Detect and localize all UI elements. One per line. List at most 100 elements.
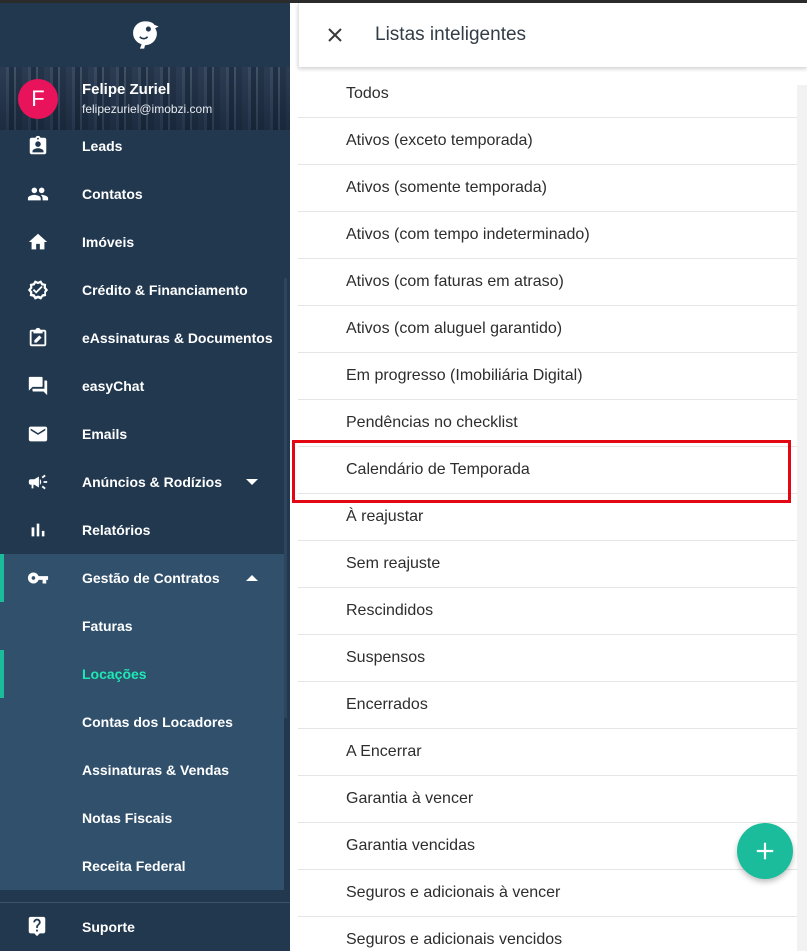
sidebar-item-label: Relatórios (82, 522, 151, 538)
sidebar-subitem-label: Assinaturas & Vendas (82, 762, 230, 778)
sidebar-item-credito[interactable]: Crédito & Financiamento (0, 266, 290, 314)
list-item[interactable]: À reajustar (298, 494, 807, 541)
list-item-label: Em progresso (Imobiliária Digital) (346, 367, 583, 384)
mail-icon (26, 422, 50, 446)
list-item-label: Garantia vencidas (346, 837, 475, 854)
sidebar-item-easychat[interactable]: easyChat (0, 362, 290, 410)
list-item-label: Suspensos (346, 649, 426, 666)
close-icon (328, 28, 342, 42)
list-item-label: Ativos (somente temporada) (346, 179, 547, 196)
sidebar-item-imoveis[interactable]: Imóveis (0, 218, 290, 266)
list-item[interactable]: Sem reajuste (298, 541, 807, 588)
key-icon (26, 566, 50, 590)
list-item-label: Garantia à vencer (346, 790, 474, 807)
list-item-label: Calendário de Temporada (346, 461, 530, 478)
bar-chart-icon (26, 518, 50, 542)
chevron-down-icon[interactable] (246, 479, 258, 485)
list-item-label: Encerrados (346, 696, 428, 713)
sidebar-item-suporte[interactable]: Suporte (0, 902, 290, 951)
list-item[interactable]: Pendências no checklist (298, 400, 807, 447)
sidebar-item-label: Imóveis (82, 234, 135, 250)
list-item[interactable]: Em progresso (Imobiliária Digital) (298, 353, 807, 400)
sidebar-subitem-locacoes[interactable]: Locações (0, 650, 284, 698)
list-item-label: A Encerrar (346, 743, 422, 760)
list-item-calendario-temporada[interactable]: Calendário de Temporada (298, 447, 807, 494)
list-item[interactable]: Ativos (com tempo indeterminado) (298, 212, 807, 259)
sidebar-item-gestao-contratos[interactable]: Gestão de Contratos (0, 554, 284, 602)
list-item-label: Sem reajuste (346, 555, 441, 572)
smart-list: Todos Ativos (exceto temporada) Ativos (… (298, 71, 807, 951)
sidebar-subitem-label: Contas dos Locadores (82, 714, 233, 730)
sidebar-subitem-contas-locadores[interactable]: Contas dos Locadores (0, 698, 284, 746)
signature-clipboard-icon (26, 326, 50, 350)
list-item[interactable]: Seguros e adicionais à vencer (298, 870, 807, 917)
list-item[interactable]: Seguros e adicionais vencidos (298, 917, 807, 951)
panel-scrollbar[interactable] (797, 85, 807, 951)
sidebar-item-contatos[interactable]: Contatos (0, 170, 290, 218)
contact-badge-icon (26, 134, 50, 158)
user-email: felipezuriel@imobzi.com (82, 102, 213, 116)
list-item-label: Seguros e adicionais à vencer (346, 884, 561, 901)
close-button[interactable] (323, 23, 347, 47)
smart-lists-panel: Listas inteligentes Todos Ativos (exceto… (290, 3, 807, 951)
sidebar-item-relatorios[interactable]: Relatórios (0, 506, 290, 554)
help-icon (26, 915, 50, 939)
list-item-label: Pendências no checklist (346, 414, 518, 431)
list-item[interactable]: Rescindidos (298, 588, 807, 635)
sidebar-subitem-label: Locações (82, 666, 147, 682)
plus-icon (756, 842, 774, 860)
sidebar-nav: Leads Contatos Imóveis Crédito & Financi… (0, 122, 290, 890)
sidebar-subitem-receita-federal[interactable]: Receita Federal (0, 842, 284, 890)
sidebar-item-label: Gestão de Contratos (82, 570, 220, 586)
sidebar: F Felipe Zuriel felipezuriel@imobzi.com … (0, 0, 290, 951)
sidebar-item-eassinaturas[interactable]: eAssinaturas & Documentos (0, 314, 290, 362)
list-item[interactable]: Ativos (exceto temporada) (298, 118, 807, 165)
list-item-label: Ativos (com aluguel garantido) (346, 320, 563, 337)
sidebar-item-label: easyChat (82, 378, 145, 394)
list-item-label: Ativos (com tempo indeterminado) (346, 226, 590, 243)
sidebar-subitem-label: Faturas (82, 618, 133, 634)
megaphone-icon (26, 470, 50, 494)
sidebar-item-anuncios[interactable]: Anúncios & Rodízios (0, 458, 290, 506)
list-item[interactable]: Ativos (somente temporada) (298, 165, 807, 212)
user-name: Felipe Zuriel (82, 81, 171, 98)
sidebar-subitem-notas-fiscais[interactable]: Notas Fiscais (0, 794, 284, 842)
sidebar-item-label: Anúncios & Rodízios (82, 474, 222, 490)
list-item-label: Ativos (com faturas em atraso) (346, 273, 564, 290)
sidebar-scrollbar[interactable] (284, 278, 287, 718)
add-list-button[interactable] (737, 823, 793, 879)
verified-check-icon (26, 278, 50, 302)
sidebar-group-gestao: Gestão de Contratos Faturas Locações Con… (0, 554, 284, 890)
top-border (0, 0, 807, 3)
list-item[interactable]: Garantia vencidas (298, 823, 807, 870)
sidebar-item-leads[interactable]: Leads (0, 122, 290, 170)
chat-icon (26, 374, 50, 398)
sidebar-item-label: Contatos (82, 186, 143, 202)
list-item[interactable]: A Encerrar (298, 729, 807, 776)
user-profile[interactable]: F Felipe Zuriel felipezuriel@imobzi.com (0, 67, 290, 130)
sidebar-subitem-assinaturas-vendas[interactable]: Assinaturas & Vendas (0, 746, 284, 794)
sidebar-item-emails[interactable]: Emails (0, 410, 290, 458)
home-icon (26, 230, 50, 254)
list-item[interactable]: Todos (298, 71, 807, 118)
sidebar-subitem-label: Notas Fiscais (82, 810, 173, 826)
list-item[interactable]: Garantia à vencer (298, 776, 807, 823)
list-item-label: Ativos (exceto temporada) (346, 132, 533, 149)
sidebar-item-label: Crédito & Financiamento (82, 282, 248, 298)
chameleon-logo-icon (133, 21, 159, 49)
sidebar-item-label: Leads (82, 138, 123, 154)
sidebar-subitem-faturas[interactable]: Faturas (0, 602, 284, 650)
list-item[interactable]: Ativos (com aluguel garantido) (298, 306, 807, 353)
list-item-label: Seguros e adicionais vencidos (346, 931, 563, 948)
list-item[interactable]: Encerrados (298, 682, 807, 729)
list-item-label: Todos (346, 85, 389, 102)
list-item[interactable]: Ativos (com faturas em atraso) (298, 259, 807, 306)
list-item[interactable]: Suspensos (298, 635, 807, 682)
list-item-label: Rescindidos (346, 602, 434, 619)
sidebar-subitem-label: Receita Federal (82, 858, 186, 874)
avatar[interactable]: F (18, 79, 58, 119)
panel-header: Listas inteligentes (298, 3, 807, 67)
chevron-up-icon[interactable] (246, 575, 258, 581)
logo[interactable] (0, 3, 290, 67)
panel-title: Listas inteligentes (375, 24, 527, 45)
